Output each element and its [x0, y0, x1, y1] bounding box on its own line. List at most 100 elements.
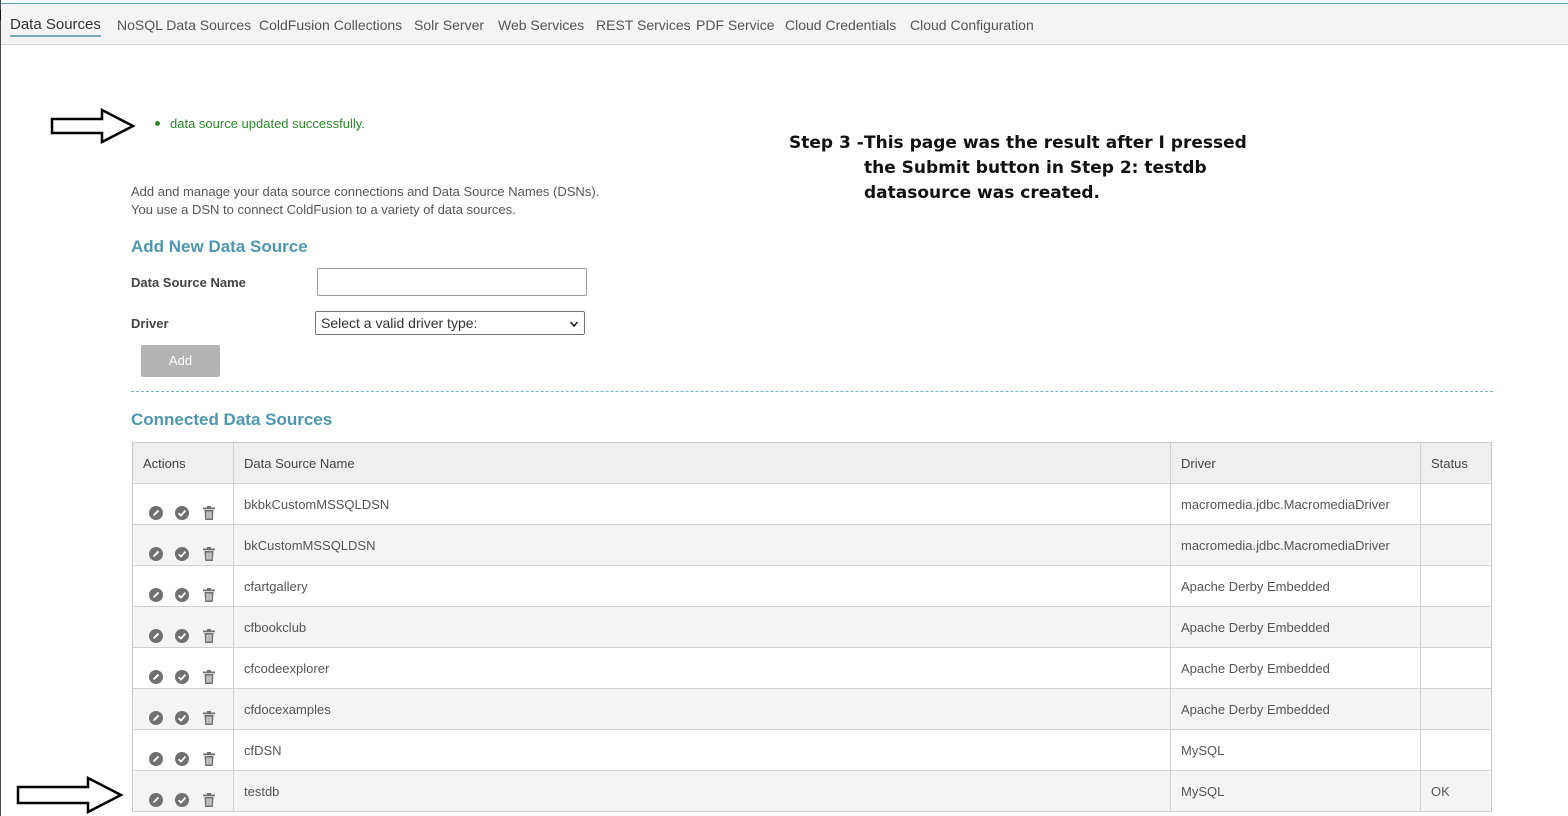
- intro-line: Add and manage your data source connecti…: [131, 184, 600, 199]
- driver-cell: Apache Derby Embedded: [1171, 648, 1421, 688]
- table-row: bkCustomMSSQLDSN macromedia.jdbc.Macromed…: [133, 525, 1491, 566]
- edit-icon[interactable]: [148, 660, 164, 684]
- verify-icon[interactable]: [174, 619, 190, 643]
- status-cell: OK: [1431, 784, 1450, 799]
- driver-cell: Apache Derby Embedded: [1171, 607, 1421, 647]
- data-source-name-cell[interactable]: testdb: [234, 771, 1171, 811]
- delete-icon[interactable]: [201, 578, 217, 602]
- data-sources-table: Actions Data Source Name Driver Status b…: [132, 442, 1492, 812]
- edit-icon[interactable]: [148, 578, 164, 602]
- driver-cell: MySQL: [1171, 730, 1421, 770]
- tab-pdf-service[interactable]: PDF Service: [696, 17, 775, 33]
- bullet-icon: [155, 121, 160, 126]
- status-cell: [1421, 689, 1493, 729]
- edit-icon[interactable]: [148, 619, 164, 643]
- edit-icon[interactable]: [148, 496, 164, 520]
- step-label: Step 3 -: [789, 133, 864, 153]
- table-row: testdb MySQL OK: [133, 771, 1491, 812]
- delete-icon[interactable]: [201, 537, 217, 561]
- data-source-name-cell[interactable]: cfartgallery: [234, 566, 1171, 606]
- chevron-down-icon: [570, 321, 578, 328]
- intro-text: Add and manage your data source connecti…: [131, 183, 599, 219]
- left-border: [0, 0, 1, 816]
- tab-nosql-data-sources[interactable]: NoSQL Data Sources: [117, 17, 251, 33]
- tab-cloud-configuration[interactable]: Cloud Configuration: [910, 17, 1034, 33]
- intro-line: You use a DSN to connect ColdFusion to a…: [131, 202, 516, 217]
- status-cell: [1421, 648, 1493, 688]
- status-cell: [1421, 730, 1493, 770]
- tab-web-services[interactable]: Web Services: [498, 17, 584, 33]
- driver-cell: MySQL: [1171, 771, 1421, 811]
- tab-coldfusion-collections[interactable]: ColdFusion Collections: [259, 17, 402, 33]
- driver-select[interactable]: Select a valid driver type:: [315, 311, 585, 335]
- delete-icon[interactable]: [201, 660, 217, 684]
- edit-icon[interactable]: [148, 783, 164, 807]
- verify-icon[interactable]: [174, 742, 190, 766]
- actions-cell: [133, 648, 234, 688]
- table-row: bkbkCustomMSSQLDSN macromedia.jdbc.Macrom…: [133, 484, 1491, 525]
- actions-cell: [133, 730, 234, 770]
- data-source-name-cell[interactable]: cfDSN: [234, 730, 1171, 770]
- step-description: This page was the result after I pressed…: [864, 133, 1247, 203]
- actions-cell: [133, 566, 234, 606]
- delete-icon[interactable]: [201, 619, 217, 643]
- status-cell: [1421, 607, 1493, 647]
- data-source-name-cell[interactable]: cfcodeexplorer: [234, 648, 1171, 688]
- section-divider: [131, 391, 1493, 392]
- column-header-status: Status: [1431, 456, 1468, 471]
- table-row: cfDSN MySQL: [133, 730, 1491, 771]
- data-source-name-input[interactable]: [317, 268, 587, 296]
- table-row: cfartgallery Apache Derby Embedded: [133, 566, 1491, 607]
- verify-icon[interactable]: [174, 701, 190, 725]
- connected-data-sources-title: Connected Data Sources: [131, 410, 333, 429]
- data-source-name-cell[interactable]: cfdocexamples: [234, 689, 1171, 729]
- add-new-data-source-title: Add New Data Source: [131, 237, 308, 256]
- verify-icon[interactable]: [174, 783, 190, 807]
- table-row: cfbookclub Apache Derby Embedded: [133, 607, 1491, 648]
- actions-cell: [133, 771, 234, 811]
- driver-cell: Apache Derby Embedded: [1171, 689, 1421, 729]
- actions-cell: [133, 484, 234, 524]
- column-header-name: Data Source Name: [234, 443, 1171, 483]
- status-cell: [1421, 566, 1493, 606]
- data-source-name-cell[interactable]: bkbkCustomMSSQLDSN: [234, 484, 1171, 524]
- add-button[interactable]: Add: [141, 345, 220, 377]
- driver-cell: Apache Derby Embedded: [1171, 566, 1421, 606]
- driver-selected-value: Select a valid driver type:: [321, 315, 478, 331]
- data-source-name-label: Data Source Name: [131, 275, 246, 290]
- delete-icon[interactable]: [201, 496, 217, 520]
- tab-cloud-credentials[interactable]: Cloud Credentials: [785, 17, 896, 33]
- column-header-actions: Actions: [133, 443, 234, 483]
- driver-cell: macromedia.jdbc.MacromediaDriver: [1171, 484, 1421, 524]
- data-source-name-cell[interactable]: cfbookclub: [234, 607, 1171, 647]
- tab-data-sources[interactable]: Data Sources: [10, 16, 101, 37]
- delete-icon[interactable]: [201, 742, 217, 766]
- data-source-name-cell[interactable]: bkCustomMSSQLDSN: [234, 525, 1171, 565]
- status-cell: [1421, 525, 1493, 565]
- tab-solr-server[interactable]: Solr Server: [414, 17, 484, 33]
- table-row: cfcodeexplorer Apache Derby Embedded: [133, 648, 1491, 689]
- actions-cell: [133, 689, 234, 729]
- delete-icon[interactable]: [201, 701, 217, 725]
- actions-cell: [133, 607, 234, 647]
- success-text: data source updated successfully.: [170, 116, 365, 131]
- table-row: cfdocexamples Apache Derby Embedded: [133, 689, 1491, 730]
- status-cell: [1421, 484, 1493, 524]
- edit-icon[interactable]: [148, 701, 164, 725]
- verify-icon[interactable]: [174, 537, 190, 561]
- edit-icon[interactable]: [148, 742, 164, 766]
- tab-rest-services[interactable]: REST Services: [596, 17, 691, 33]
- arrow-right-icon: [16, 776, 124, 814]
- verify-icon[interactable]: [174, 578, 190, 602]
- verify-icon[interactable]: [174, 660, 190, 684]
- arrow-right-icon: [50, 108, 136, 144]
- success-message: data source updated successfully.: [155, 116, 365, 131]
- column-header-driver: Driver: [1171, 443, 1421, 483]
- top-nav: Data Sources NoSQL Data Sources ColdFusi…: [1, 3, 1568, 45]
- table-header-row: Actions Data Source Name Driver Status: [133, 443, 1491, 484]
- driver-label: Driver: [131, 316, 169, 331]
- driver-cell: macromedia.jdbc.MacromediaDriver: [1171, 525, 1421, 565]
- verify-icon[interactable]: [174, 496, 190, 520]
- edit-icon[interactable]: [148, 537, 164, 561]
- delete-icon[interactable]: [201, 783, 217, 807]
